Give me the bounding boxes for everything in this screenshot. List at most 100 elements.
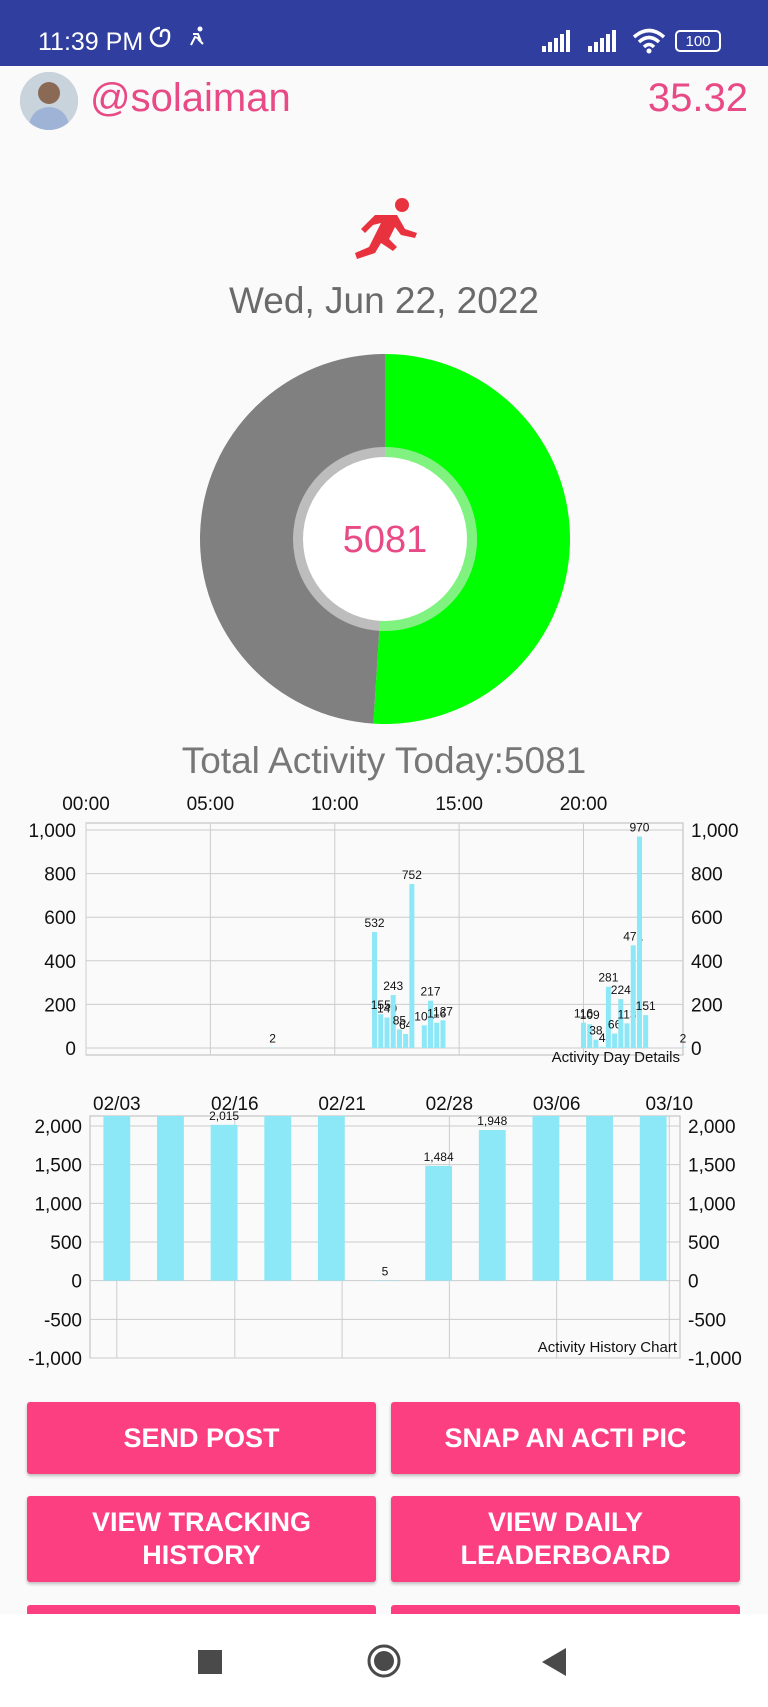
y-tick-label-right: 0 <box>691 1039 702 1060</box>
chart-bar <box>403 1034 409 1048</box>
signal-icon <box>542 30 570 52</box>
bar-value-label: 224 <box>611 983 631 997</box>
chart-description: Activity Day Details <box>552 1049 680 1066</box>
chart-bar <box>210 1124 238 1281</box>
bar-value-label: 970 <box>629 821 649 835</box>
chart-bar <box>425 1165 453 1281</box>
y-tick-label-left: 800 <box>44 865 76 886</box>
bar-value-label: 752 <box>402 868 422 882</box>
bar-value-label: 151 <box>636 999 656 1013</box>
avatar[interactable] <box>20 72 78 130</box>
chart-bar <box>317 1116 345 1281</box>
bar-value-label: 1,484 <box>424 1150 454 1164</box>
bar-value-label: 2 <box>269 1032 276 1046</box>
y-tick-label-left: 400 <box>44 952 76 973</box>
chart-bar <box>103 1116 131 1281</box>
chart-bar <box>264 1116 292 1281</box>
chart-bar <box>440 1020 446 1048</box>
x-tick-label: 03/06 <box>533 1094 581 1115</box>
y-tick-label-right: 1,000 <box>688 1194 736 1215</box>
chart-bar <box>639 1116 667 1281</box>
chart-bar <box>612 1033 618 1048</box>
x-tick-label: 03/10 <box>645 1094 693 1115</box>
y-tick-label-right: -500 <box>688 1310 726 1331</box>
bar-value-label: 109 <box>580 1008 600 1022</box>
chart-description: Activity History Chart <box>538 1339 678 1356</box>
runner-icon <box>355 198 417 259</box>
bar-value-label: 217 <box>421 985 441 999</box>
chart-bar <box>478 1130 506 1281</box>
y-tick-label-right: 500 <box>688 1233 720 1254</box>
x-tick-label: 02/28 <box>426 1094 474 1115</box>
activity-history-chart: -1,000 -1,000 -500 -500 0 0 500 500 1,000 1,000 1,… <box>28 1094 742 1370</box>
y-tick-label-left: 1,000 <box>28 821 76 842</box>
bar-value-label: 532 <box>365 916 385 930</box>
y-tick-label-right: 400 <box>691 952 723 973</box>
donut-center-value: 5081 <box>343 519 428 561</box>
battery-icon: 100 <box>675 30 721 52</box>
y-tick-label-left: -1,000 <box>28 1349 82 1370</box>
x-tick-label: 20:00 <box>560 794 608 815</box>
y-tick-label-right: -1,000 <box>688 1349 742 1370</box>
notification-app-icon <box>149 26 171 48</box>
y-tick-label-left: 0 <box>71 1272 82 1293</box>
chart-bar <box>630 945 636 1048</box>
view-tracking-history-button[interactable]: VIEW TRACKING HISTORY <box>27 1496 376 1582</box>
y-tick-label-left: -500 <box>44 1310 82 1331</box>
back-triangle-icon[interactable] <box>542 1648 568 1676</box>
bar-value-label: 1,948 <box>477 1114 507 1128</box>
bar-value-label: 243 <box>383 979 403 993</box>
home-circle-icon[interactable] <box>366 1643 402 1679</box>
snap-acti-pic-button[interactable]: SNAP AN ACTI PIC <box>391 1402 740 1474</box>
x-tick-label: 05:00 <box>187 794 235 815</box>
signal-icon <box>588 30 616 52</box>
status-bar: 11:39 PM 100 <box>0 0 768 66</box>
chart-bar <box>384 1017 390 1048</box>
chart-bar <box>396 1029 402 1048</box>
recents-square-icon[interactable] <box>198 1650 222 1674</box>
bar-value-label: 4 <box>599 1031 606 1045</box>
y-tick-label-left: 1,000 <box>34 1194 82 1215</box>
y-tick-label-right: 600 <box>691 908 723 929</box>
navigation-bar <box>0 1614 768 1707</box>
x-tick-label: 02/21 <box>318 1094 366 1115</box>
y-tick-label-left: 200 <box>44 995 76 1016</box>
score: 35.32 <box>647 76 748 120</box>
status-time: 11:39 PM <box>38 28 144 56</box>
chart-bar <box>624 1023 630 1048</box>
y-tick-label-right: 2,000 <box>688 1117 736 1138</box>
y-tick-label-right: 200 <box>691 995 723 1016</box>
y-tick-label-right: 1,500 <box>688 1156 736 1177</box>
x-tick-label: 15:00 <box>435 794 483 815</box>
chart-bar <box>636 836 642 1048</box>
activity-app-icon <box>190 26 204 46</box>
activity-day-chart: 0 0 200 200 400 400 600 600 800 800 1,000 1,000 00:0… <box>28 794 739 1066</box>
username: @solaiman <box>90 76 291 120</box>
chart-bar <box>409 884 415 1048</box>
chart-bar <box>157 1116 184 1281</box>
wifi-icon <box>632 28 666 54</box>
y-tick-label-left: 600 <box>44 908 76 929</box>
y-tick-label-right: 1,000 <box>691 821 739 842</box>
chart-bar <box>532 1116 560 1281</box>
bar-value-label: 2,015 <box>209 1109 239 1123</box>
y-tick-label-right: 800 <box>691 865 723 886</box>
total-activity-label: Total Activity Today:5081 <box>181 740 587 781</box>
battery-level: 100 <box>685 32 711 50</box>
chart-bar <box>586 1116 613 1281</box>
send-post-button[interactable]: SEND POST <box>27 1402 376 1474</box>
chart-bar <box>378 1014 384 1048</box>
bar-value-label: 5 <box>382 1264 389 1278</box>
x-tick-label: 02/03 <box>93 1094 141 1115</box>
y-tick-label-left: 1,500 <box>34 1156 82 1177</box>
chart-bar <box>372 932 378 1048</box>
chart-bar <box>643 1015 649 1048</box>
activity-date: Wed, Jun 22, 2022 <box>229 280 539 321</box>
y-tick-label-left: 500 <box>50 1233 82 1254</box>
bar-value-label: 2 <box>680 1032 687 1046</box>
view-daily-leaderboard-button[interactable]: VIEW DAILY LEADERBOARD <box>391 1496 740 1582</box>
x-tick-label: 10:00 <box>311 794 359 815</box>
chart-bar <box>599 1047 605 1048</box>
y-tick-label-left: 0 <box>65 1039 76 1060</box>
bar-value-label: 127 <box>433 1004 453 1018</box>
